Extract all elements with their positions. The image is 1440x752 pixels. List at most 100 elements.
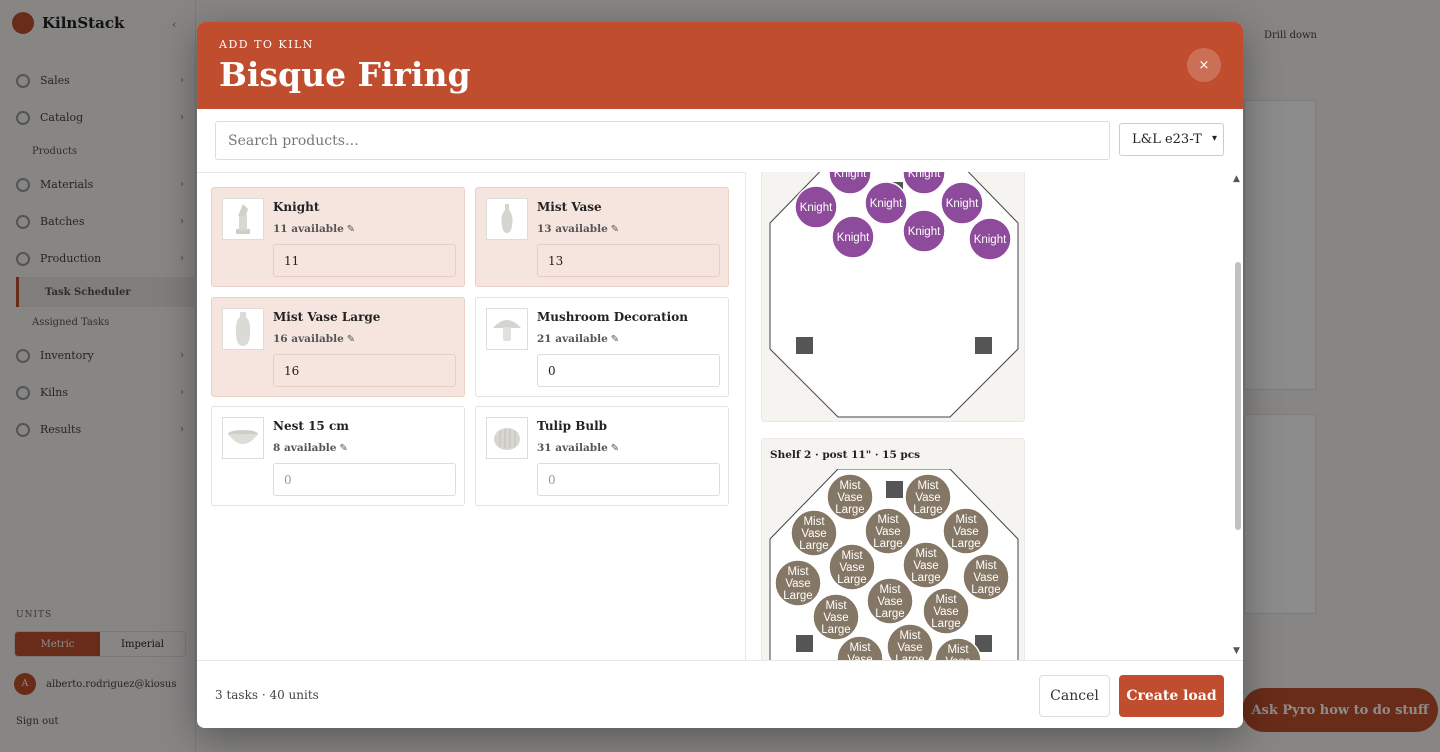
plan-scrollbar[interactable]: ▲ ▼ bbox=[1233, 172, 1243, 660]
kiln-select[interactable]: L&L e23-T ▾ bbox=[1119, 123, 1224, 156]
pencil-icon[interactable]: ✎ bbox=[611, 334, 619, 345]
shelf-piece[interactable]: MistVaseLarge bbox=[790, 509, 838, 557]
close-button[interactable]: × bbox=[1187, 48, 1221, 82]
tulip-bulb-thumbnail bbox=[486, 417, 528, 459]
scroll-up-icon[interactable]: ▲ bbox=[1233, 174, 1240, 184]
kiln-post bbox=[796, 337, 813, 354]
product-availability[interactable]: 16 available ✎ bbox=[273, 333, 355, 345]
tall-vase-thumbnail bbox=[222, 308, 264, 350]
load-summary: 3 tasks · 40 units bbox=[215, 688, 319, 702]
svg-text:Mist: Mist bbox=[849, 642, 871, 654]
quantity-input[interactable] bbox=[537, 463, 720, 496]
quantity-input[interactable] bbox=[537, 244, 720, 277]
shelf-card: Shelf 2 · post 11" · 15 pcs Mist Vase Larg… bbox=[761, 438, 1025, 660]
shelf-piece[interactable]: MistVaseLarge bbox=[962, 553, 1010, 601]
svg-text:Knight: Knight bbox=[837, 232, 870, 244]
product-name: Nest 15 cm bbox=[273, 419, 349, 433]
product-name: Knight bbox=[273, 200, 320, 214]
mushroom-thumbnail bbox=[486, 308, 528, 350]
svg-text:Knight: Knight bbox=[870, 198, 903, 210]
svg-text:Large: Large bbox=[821, 624, 850, 636]
modal-footer: 3 tasks · 40 units Cancel Create load bbox=[197, 660, 1243, 728]
shelf-piece[interactable]: MistVaseLarge bbox=[922, 587, 970, 635]
availability-text: 8 available bbox=[273, 442, 337, 454]
svg-text:Large: Large bbox=[835, 504, 864, 516]
shelf-piece[interactable]: Knight bbox=[864, 181, 908, 225]
svg-text:Vase: Vase bbox=[913, 560, 938, 572]
modal-header: ADD TO KILN Bisque Firing × bbox=[197, 22, 1243, 109]
cancel-button[interactable]: Cancel bbox=[1039, 675, 1110, 717]
product-availability[interactable]: 13 available ✎ bbox=[537, 223, 619, 235]
shelf-piece[interactable]: Knight bbox=[902, 209, 946, 253]
svg-text:Mist: Mist bbox=[947, 644, 969, 656]
shelf-piece[interactable]: MistVaseLarge bbox=[942, 507, 990, 555]
pencil-icon[interactable]: ✎ bbox=[611, 443, 619, 454]
svg-text:Large: Large bbox=[837, 574, 866, 586]
pencil-icon[interactable]: ✎ bbox=[347, 224, 355, 235]
product-card[interactable]: Nest 15 cm 8 available ✎ bbox=[211, 406, 465, 506]
quantity-input[interactable] bbox=[273, 463, 456, 496]
pencil-icon[interactable]: ✎ bbox=[611, 224, 619, 235]
quantity-input[interactable] bbox=[273, 354, 456, 387]
svg-text:Mist: Mist bbox=[877, 514, 899, 526]
svg-text:Knight: Knight bbox=[974, 234, 1007, 246]
search-input[interactable] bbox=[215, 121, 1110, 160]
svg-text:Vase: Vase bbox=[933, 606, 958, 618]
product-card[interactable]: Mushroom Decoration 21 available ✎ bbox=[475, 297, 729, 397]
availability-text: 16 available bbox=[273, 333, 344, 345]
shelf-piece[interactable]: MistVaseLarge bbox=[864, 507, 912, 555]
svg-text:Mist: Mist bbox=[975, 560, 997, 572]
pencil-icon[interactable]: ✎ bbox=[339, 443, 347, 454]
shelf-piece[interactable]: Knight bbox=[794, 185, 838, 229]
shelf-piece[interactable]: MistVaseLarge bbox=[866, 577, 914, 625]
shelf-piece[interactable]: Knight bbox=[831, 215, 875, 259]
svg-text:Mist: Mist bbox=[825, 600, 847, 612]
quantity-input[interactable] bbox=[273, 244, 456, 277]
svg-text:Large: Large bbox=[971, 584, 1000, 596]
svg-text:Large: Large bbox=[931, 618, 960, 630]
shelf-piece[interactable]: MistVaseLarge bbox=[812, 593, 860, 641]
quantity-input[interactable] bbox=[537, 354, 720, 387]
svg-text:Large: Large bbox=[951, 538, 980, 550]
svg-text:Vase: Vase bbox=[875, 526, 900, 538]
scroll-down-icon[interactable]: ▼ bbox=[1233, 646, 1240, 656]
svg-text:Vase: Vase bbox=[839, 562, 864, 574]
svg-text:Vase: Vase bbox=[785, 578, 810, 590]
modal-title: Bisque Firing bbox=[219, 55, 471, 94]
svg-text:Vase: Vase bbox=[837, 492, 862, 504]
svg-text:Vase: Vase bbox=[877, 596, 902, 608]
knight-figurine-thumbnail bbox=[222, 198, 264, 240]
product-availability[interactable]: 21 available ✎ bbox=[537, 333, 619, 345]
shelf-piece[interactable]: MistVaseLarge bbox=[828, 543, 876, 591]
pencil-icon[interactable]: ✎ bbox=[347, 334, 355, 345]
svg-text:Mist: Mist bbox=[899, 630, 921, 642]
close-icon: × bbox=[1198, 57, 1210, 73]
kiln-select-value: L&L e23-T bbox=[1132, 132, 1202, 147]
create-load-button[interactable]: Create load bbox=[1119, 675, 1224, 717]
product-card[interactable]: Mist Vase 13 available ✎ bbox=[475, 187, 729, 287]
kiln-post bbox=[975, 337, 992, 354]
shelf-piece[interactable]: MistVaseLarge bbox=[902, 541, 950, 589]
product-name: Mushroom Decoration bbox=[537, 310, 688, 324]
scrollbar-thumb[interactable] bbox=[1235, 262, 1241, 530]
shelf-piece[interactable]: MistVaseLarge bbox=[904, 473, 952, 521]
shelf-diagram: MistVaseLargeMistVaseLargeMistVaseLargeM… bbox=[769, 469, 1019, 660]
shelf-piece[interactable]: MistVaseLarge bbox=[826, 473, 874, 521]
product-card[interactable]: Tulip Bulb 31 available ✎ bbox=[475, 406, 729, 506]
svg-text:Mist: Mist bbox=[841, 550, 863, 562]
svg-text:Mist: Mist bbox=[935, 594, 957, 606]
svg-text:Mist: Mist bbox=[787, 566, 809, 578]
product-availability[interactable]: 8 available ✎ bbox=[273, 442, 348, 454]
product-availability[interactable]: 31 available ✎ bbox=[537, 442, 619, 454]
product-name: Mist Vase bbox=[537, 200, 602, 214]
shelf-card: Knight Knight Knight Knight Knight Knight Knig… bbox=[761, 172, 1025, 422]
shelf-piece[interactable]: Knight bbox=[940, 181, 984, 225]
kiln-shelf-plan[interactable]: Knight Knight Knight Knight Knight Knight Knig… bbox=[745, 172, 1243, 660]
svg-text:Vase: Vase bbox=[801, 528, 826, 540]
shelf-piece[interactable]: MistVaseLarge bbox=[774, 559, 822, 607]
product-card[interactable]: Mist Vase Large 16 available ✎ bbox=[211, 297, 465, 397]
shelf-piece[interactable]: Knight bbox=[968, 217, 1012, 261]
product-card[interactable]: Knight 11 available ✎ bbox=[211, 187, 465, 287]
availability-text: 13 available bbox=[537, 223, 608, 235]
product-availability[interactable]: 11 available ✎ bbox=[273, 223, 355, 235]
